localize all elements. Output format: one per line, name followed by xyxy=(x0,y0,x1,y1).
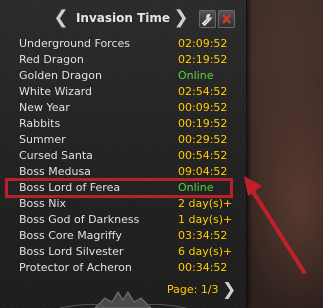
invasion-status: 00:09:52 xyxy=(178,101,228,114)
invasion-status: 00:19:52 xyxy=(178,117,228,130)
invasion-status: 2 day(s)+ xyxy=(178,197,233,210)
window-header: ❮ Invasion Time ❯ xyxy=(0,0,246,36)
invasion-name: White Wizard xyxy=(19,85,92,98)
list-item: Boss Lord Silvester 6 day(s)+ xyxy=(0,244,246,260)
invasion-status: 6 day(s)+ xyxy=(178,245,233,258)
next-category-button[interactable]: ❯ xyxy=(173,9,189,27)
invasion-name: New Year xyxy=(19,101,70,114)
invasion-status: 02:19:52 xyxy=(178,53,228,66)
invasion-status: 02:54:52 xyxy=(178,85,228,98)
invasion-name: Underground Forces xyxy=(19,37,131,50)
page-indicator: Page: 1/3 xyxy=(167,283,219,296)
close-icon xyxy=(222,14,231,24)
list-item: Golden Dragon Online xyxy=(0,68,246,84)
invasion-name: Boss God of Darkness xyxy=(19,213,140,226)
list-item: Rabbits 00:19:52 xyxy=(0,116,246,132)
list-item: Boss Nix 2 day(s)+ xyxy=(0,196,246,212)
invasion-status: 00:29:52 xyxy=(178,133,228,146)
window-title: Invasion Time xyxy=(75,11,171,25)
invasion-name: Golden Dragon xyxy=(19,69,102,82)
invasion-time-window: ❮ Invasion Time ❯ Underground Forces 02:0… xyxy=(0,0,247,308)
invasion-status: 03:34:52 xyxy=(178,229,228,242)
invasion-name: Boss Core Magriffy xyxy=(19,229,123,242)
previous-page-button[interactable]: ❮ xyxy=(53,9,69,27)
invasion-name: Cursed Santa xyxy=(19,149,93,162)
list-item: Protector of Acheron 00:34:52 xyxy=(0,260,246,276)
invasion-name: Summer xyxy=(19,133,66,146)
invasion-status: 02:09:52 xyxy=(178,37,228,50)
list-item: Boss Core Magriffy 03:34:52 xyxy=(0,228,246,244)
invasion-name: Rabbits xyxy=(19,117,61,130)
invasion-name: Boss Nix xyxy=(19,197,67,210)
list-item: New Year 00:09:52 xyxy=(0,100,246,116)
list-item: Underground Forces 02:09:52 xyxy=(0,36,246,52)
next-page-button[interactable]: ❯ xyxy=(222,280,236,300)
wrench-icon xyxy=(201,13,212,26)
list-item: Boss God of Darkness 1 day(s)+ xyxy=(0,212,246,228)
close-button[interactable] xyxy=(218,10,235,28)
list-item: Cursed Santa 00:54:52 xyxy=(0,148,246,164)
invasion-status: 1 day(s)+ xyxy=(178,213,233,226)
highlight-box xyxy=(5,178,233,198)
invasion-name: Red Dragon xyxy=(19,53,84,66)
invasion-status: 00:34:52 xyxy=(178,261,228,274)
invasion-name: Boss Lord Silvester xyxy=(19,245,124,258)
list-item: Red Dragon 02:19:52 xyxy=(0,52,246,68)
pointer-arrow-icon xyxy=(244,176,306,274)
invasion-status: Online xyxy=(178,69,214,82)
invasion-name: Protector of Acheron xyxy=(19,261,132,274)
invasion-status: 00:54:52 xyxy=(178,149,228,162)
list-item: White Wizard 02:54:52 xyxy=(0,84,246,100)
settings-button[interactable] xyxy=(199,10,216,28)
list-item: Summer 00:29:52 xyxy=(0,132,246,148)
